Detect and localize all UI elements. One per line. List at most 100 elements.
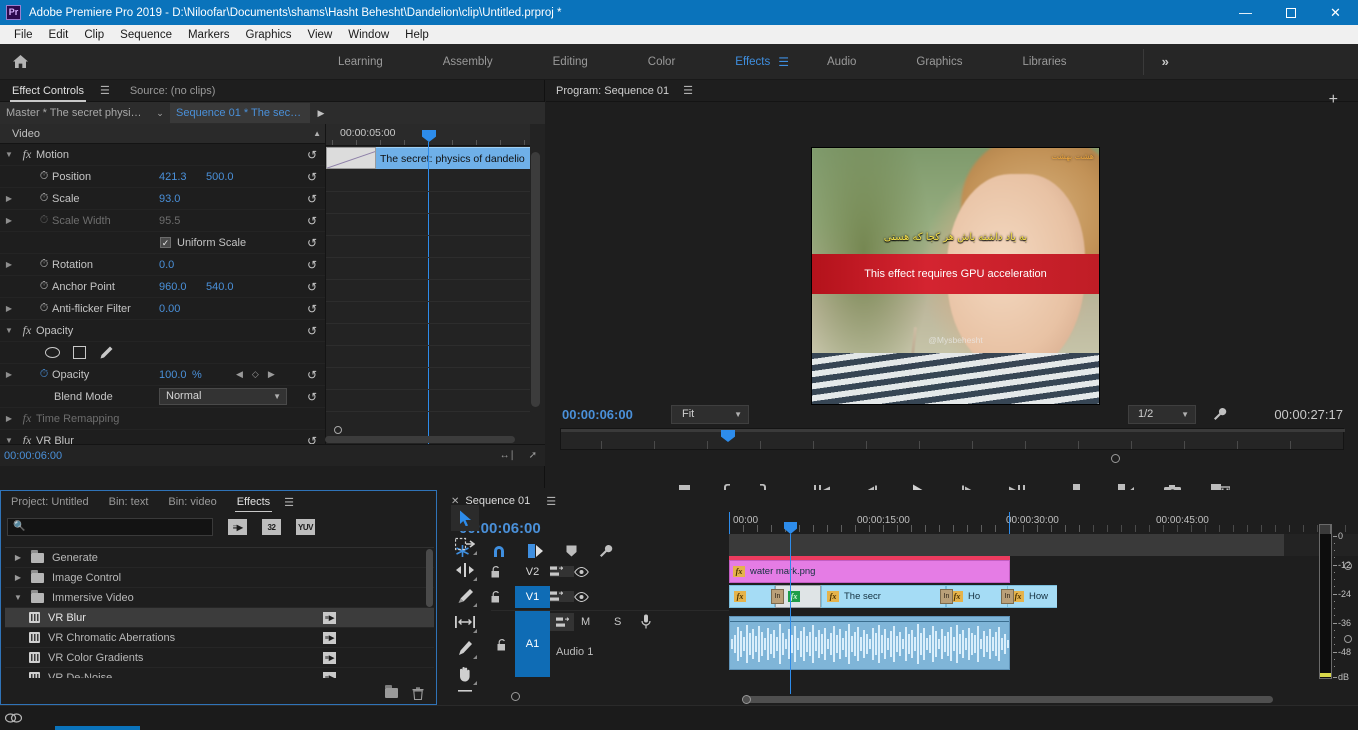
program-monitor-menu-icon[interactable]: ☰ (675, 84, 701, 97)
next-keyframe-icon[interactable]: ▶ (268, 369, 275, 380)
reset-icon[interactable]: ↺ (307, 237, 317, 249)
ruler-handle-left[interactable] (1111, 454, 1120, 463)
menu-edit[interactable]: Edit (41, 27, 77, 43)
menu-window[interactable]: Window (340, 27, 397, 43)
export-frame-icon[interactable]: ➚ (529, 450, 537, 461)
tree-folder-image-control[interactable]: ▶ Image Control (5, 568, 434, 588)
tab-bin-text[interactable]: Bin: text (99, 491, 159, 514)
transition-icon[interactable]: In (1001, 589, 1014, 604)
tree-effect-vr-color-gradients[interactable]: VR Color Gradients ≡▶ (5, 648, 434, 668)
blend-mode-select[interactable]: Normal ▼ (159, 388, 287, 405)
yuv-effects-filter-icon[interactable]: YUV (296, 519, 315, 535)
slip-tool[interactable] (451, 609, 479, 635)
workspace-assembly[interactable]: Assembly (413, 56, 523, 68)
hand-tool[interactable] (451, 661, 479, 687)
property-value-x[interactable]: 960.0 (159, 281, 187, 293)
program-playhead-timecode[interactable]: 00:00:06:00 (562, 407, 633, 422)
sync-lock-icon[interactable] (550, 613, 574, 631)
chevron-down-icon[interactable]: ⌄ (150, 108, 170, 119)
effect-row-motion[interactable]: ▼ fx Motion ↺ (0, 144, 325, 166)
razor-tool[interactable] (451, 583, 479, 609)
accelerated-effects-filter-icon[interactable]: ≡▶ (228, 519, 247, 535)
eye-icon[interactable] (574, 566, 598, 577)
tree-folder-immersive-video[interactable]: ▼ Immersive Video (5, 588, 434, 608)
master-clip-label[interactable]: Master * The secret physi… (0, 103, 150, 123)
zoom-fit-icon[interactable]: ↔∣ (500, 450, 515, 461)
tab-source[interactable]: Source: (no clips) (118, 80, 228, 102)
track-name-v2[interactable]: V2 (515, 561, 550, 583)
reset-icon[interactable]: ↺ (307, 193, 317, 205)
property-value-x[interactable]: 421.3 (159, 171, 187, 183)
pen-tool[interactable] (451, 635, 479, 661)
track-header-v2[interactable]: V2 (491, 560, 598, 583)
transition-icon[interactable]: In (940, 589, 953, 604)
transition-icon[interactable]: In (771, 589, 784, 604)
previous-keyframe-icon[interactable]: ◀ (236, 369, 243, 380)
audio-meter-track[interactable] (1319, 524, 1332, 679)
tab-bin-video[interactable]: Bin: video (158, 491, 226, 514)
stopwatch-icon[interactable]: ⏱ (36, 258, 52, 271)
stopwatch-icon[interactable]: ⏱ (36, 192, 52, 205)
keyframe-marker-icon[interactable] (334, 426, 342, 434)
reset-icon[interactable]: ↺ (307, 303, 317, 315)
effect-controls-timecode[interactable]: 00:00:06:00 (0, 450, 62, 462)
sync-lock-icon[interactable] (550, 591, 574, 602)
tree-folder-generate[interactable]: ▶ Generate (5, 548, 434, 568)
property-value[interactable]: 93.0 (159, 193, 180, 205)
timeline-clip-how[interactable]: fx How (1007, 585, 1057, 608)
stopwatch-icon[interactable]: ⏱ (36, 170, 52, 183)
play-arrow-icon[interactable]: ▶ (310, 108, 332, 119)
eye-icon[interactable] (574, 591, 598, 602)
effects-tree[interactable]: ▶ Generate ▶ Image Control ▼ Immersive V… (5, 547, 434, 678)
workspace-overflow-icon[interactable]: » (1144, 54, 1187, 69)
effect-controls-hscrollbar[interactable] (325, 436, 515, 443)
reset-icon[interactable]: ↺ (307, 171, 317, 183)
tree-effect-vr-de-noise[interactable]: VR De-Noise ≡▶ (5, 668, 434, 678)
solo-button[interactable]: S (614, 616, 621, 628)
timeline-menu-icon[interactable]: ☰ (538, 495, 564, 508)
lock-icon[interactable] (491, 590, 515, 603)
property-row-anchor-point[interactable]: ⏱ Anchor Point 960.0 540.0 ↺ (0, 276, 325, 298)
hscroll-handle-left[interactable] (511, 692, 520, 701)
chevron-right-icon[interactable]: ▶ (0, 304, 18, 313)
minimize-button[interactable]: — (1223, 0, 1268, 25)
tree-effect-vr-chromatic-aberrations[interactable]: VR Chromatic Aberrations ≡▶ (5, 628, 434, 648)
timeline-ruler-active[interactable] (729, 534, 1284, 556)
track-name-a1[interactable]: A1 (515, 611, 550, 677)
timeline-hscrollbar[interactable] (743, 696, 1273, 703)
menu-view[interactable]: View (300, 27, 341, 43)
stopwatch-icon[interactable]: ⏱ (36, 368, 52, 381)
playhead-icon[interactable] (721, 430, 735, 442)
32-bit-effects-filter-icon[interactable]: 32 (262, 519, 281, 535)
workspace-libraries[interactable]: Libraries (992, 56, 1096, 68)
hscroll-handle-mid[interactable] (742, 695, 751, 704)
track-header-a1[interactable]: A1 M S Audio 1 (491, 610, 729, 677)
delete-icon[interactable] (412, 686, 424, 700)
track-select-forward-tool[interactable] (451, 531, 479, 557)
chevron-right-icon[interactable]: ▶ (0, 216, 18, 225)
tree-effect-vr-blur[interactable]: VR Blur ≡▶ (5, 608, 434, 628)
stopwatch-icon[interactable]: ⏱ (36, 280, 52, 293)
lock-icon[interactable] (491, 565, 515, 578)
workspace-learning[interactable]: Learning (308, 56, 413, 68)
button-editor-icon[interactable]: + (1329, 91, 1338, 109)
property-value[interactable]: 100.0 (159, 369, 187, 381)
timeline-clip-audio[interactable] (729, 616, 1010, 670)
workspace-color[interactable]: Color (618, 56, 705, 68)
maximize-button[interactable] (1268, 0, 1313, 25)
close-button[interactable]: ✕ (1313, 0, 1358, 25)
track-header-v1[interactable]: V1 (491, 585, 598, 608)
new-custom-bin-icon[interactable] (385, 685, 398, 698)
type-tool[interactable] (451, 687, 479, 695)
link-icon[interactable] (5, 712, 22, 724)
video-section-header[interactable]: Video ▲ (0, 124, 325, 144)
sync-lock-icon[interactable] (550, 566, 574, 577)
chevron-right-icon[interactable]: ▶ (5, 553, 31, 562)
reset-icon[interactable]: ↺ (307, 149, 317, 161)
program-monitor-ruler[interactable] (560, 428, 1345, 450)
wrench-icon[interactable] (1213, 407, 1227, 421)
ripple-edit-tool[interactable] (451, 557, 479, 583)
property-row-opacity[interactable]: ▶ ⏱ Opacity 100.0 % ◀ ◇ ▶ ↺ (0, 364, 325, 386)
effect-controls-clip-bar[interactable]: The secret: physics of dandelio (376, 147, 530, 169)
lock-icon[interactable] (497, 639, 507, 651)
